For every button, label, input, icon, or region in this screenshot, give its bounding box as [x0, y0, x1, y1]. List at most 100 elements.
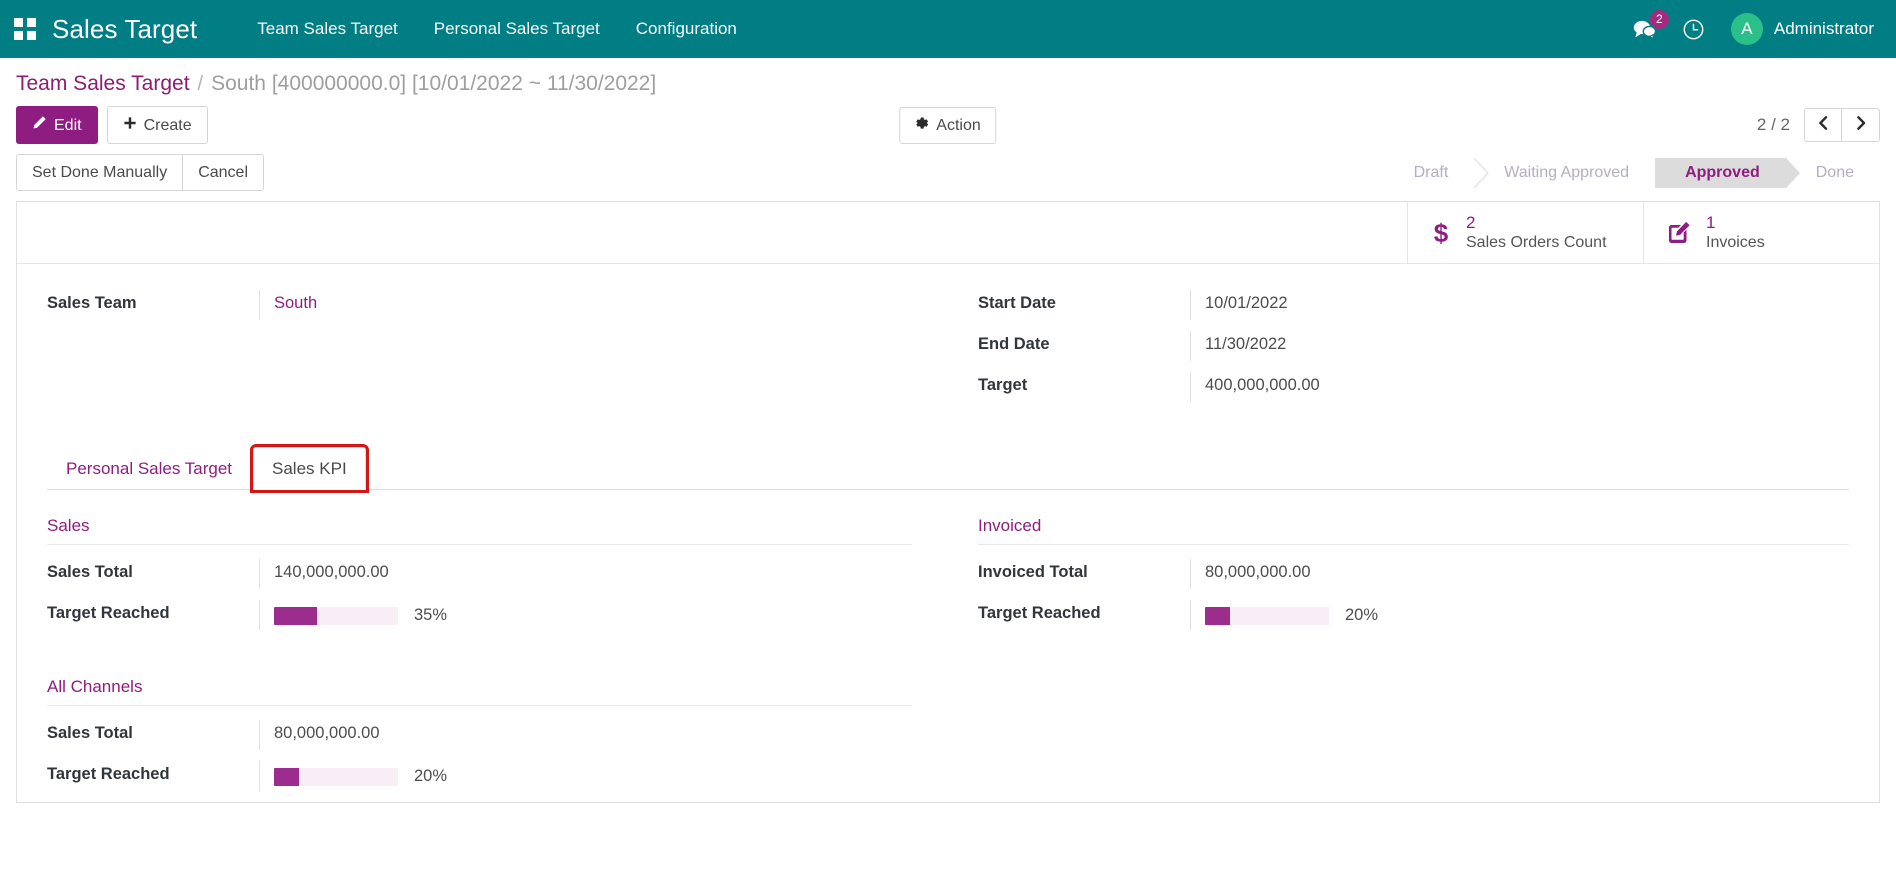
stat-button-texts: 2 Sales Orders Count: [1466, 213, 1607, 253]
chevron-left-icon: [1816, 115, 1830, 136]
kpi-group-all-channels: All Channels Sales Total 80,000,000.00 T…: [47, 677, 912, 802]
stat-value: 2: [1466, 212, 1476, 232]
plus-icon: [123, 116, 137, 135]
edit-button[interactable]: Edit: [16, 106, 98, 145]
tab-sales-kpi[interactable]: Sales KPI: [250, 444, 369, 494]
action-button-label: Action: [936, 116, 981, 134]
stat-label: Sales Orders Count: [1466, 234, 1607, 252]
kpi-right-column: Invoiced Invoiced Total 80,000,000.00 Ta…: [948, 516, 1849, 802]
stat-button-texts: 1 Invoices: [1706, 213, 1765, 253]
pencil-icon: [32, 115, 47, 135]
status-stage-label: Draft: [1413, 163, 1449, 181]
user-menu[interactable]: A Administrator: [1730, 13, 1874, 45]
field-value-sales-target-reached: 35%: [259, 600, 912, 631]
field-target: Target 400,000,000.00: [978, 372, 1849, 413]
stage-arrow-icon: [1655, 157, 1670, 188]
form-sheet: $ 2 Sales Orders Count 1 Invoices Sales …: [16, 201, 1880, 804]
main-menu: Team Sales Target Personal Sales Target …: [239, 11, 755, 47]
progress-track: [274, 606, 398, 625]
status-stage-approved[interactable]: Approved: [1655, 157, 1800, 188]
notebook-tabs: Personal Sales Target Sales KPI: [47, 444, 1849, 494]
cancel-button[interactable]: Cancel: [182, 154, 264, 192]
avatar: A: [1730, 13, 1763, 45]
progress-fill: [274, 606, 318, 625]
stat-label: Invoices: [1706, 234, 1765, 252]
field-value-invoiced-target-reached: 20%: [1190, 600, 1849, 631]
stage-arrow-icon: [1474, 157, 1490, 188]
field-label: Target Reached: [978, 604, 1101, 623]
kpi-left-column: Sales Sales Total 140,000,000.00 Target …: [47, 516, 948, 802]
field-label: Target Reached: [47, 604, 170, 623]
stat-button-box: $ 2 Sales Orders Count 1 Invoices: [17, 202, 1879, 265]
svg-text:$: $: [1434, 218, 1449, 248]
breadcrumb-current-record: South [400000000.0] [10/01/2022 ~ 11/30/…: [211, 72, 657, 95]
kpi-group-sales: Sales Sales Total 140,000,000.00 Target …: [47, 516, 912, 641]
control-panel: Edit Create Action 2 / 2: [0, 106, 1896, 154]
set-done-manually-button[interactable]: Set Done Manually: [16, 154, 184, 192]
workflow-statusbar: Draft Waiting Approved Approved Done: [1392, 157, 1880, 188]
field-label: Start Date: [978, 294, 1056, 313]
stat-button-invoices[interactable]: 1 Invoices: [1643, 202, 1879, 264]
record-action-buttons: Edit Create: [16, 106, 208, 145]
status-stage-draft[interactable]: Draft: [1392, 157, 1490, 188]
field-invoiced-target-reached: Target Reached 20%: [978, 600, 1849, 641]
menu-item-team-sales-target[interactable]: Team Sales Target: [239, 11, 415, 47]
field-sales-total: Sales Total 140,000,000.00: [47, 559, 912, 600]
tab-personal-sales-target[interactable]: Personal Sales Target: [47, 447, 251, 490]
field-label: Target: [978, 376, 1028, 395]
progress-bar-sales: 35%: [274, 604, 912, 625]
status-stage-waiting-approved[interactable]: Waiting Approved: [1474, 157, 1670, 188]
kpi-group-title-sales: Sales: [47, 516, 912, 546]
field-value-sales-total: 140,000,000.00: [259, 559, 912, 590]
progress-percent-label: 20%: [1345, 606, 1379, 625]
progress-fill: [1205, 606, 1230, 625]
form-right-column: Start Date 10/01/2022 End Date 11/30/202…: [948, 290, 1849, 413]
apps-grid-icon[interactable]: [14, 18, 36, 40]
field-sales-team: Sales Team South: [47, 290, 912, 331]
field-value-target[interactable]: 400,000,000.00: [1190, 372, 1849, 403]
workflow-buttons: Set Done Manually Cancel: [16, 154, 264, 192]
field-value-end-date[interactable]: 11/30/2022: [1190, 331, 1849, 362]
breadcrumb-separator: /: [197, 73, 204, 95]
progress-percent-label: 35%: [414, 606, 448, 625]
stage-arrow-icon: [1785, 157, 1801, 188]
breadcrumb-root-link[interactable]: Team Sales Target: [16, 72, 190, 96]
pencil-square-icon: [1666, 220, 1692, 246]
pager-next-button[interactable]: [1842, 108, 1880, 143]
form-sheet-wrapper: $ 2 Sales Orders Count 1 Invoices Sales …: [0, 201, 1896, 804]
edit-button-label: Edit: [54, 116, 82, 134]
form-body: Sales Team South Start Date 10/01/2022 E…: [17, 264, 1879, 413]
menu-item-personal-sales-target[interactable]: Personal Sales Target: [416, 11, 618, 47]
action-button[interactable]: Action: [899, 106, 997, 144]
field-sales-target-reached: Target Reached 35%: [47, 600, 912, 641]
pager-previous-button[interactable]: [1804, 108, 1842, 143]
notebook-page-sales-kpi: Sales Sales Total 140,000,000.00 Target …: [17, 490, 1879, 802]
field-value-start-date[interactable]: 10/01/2022: [1190, 290, 1849, 321]
app-brand-title[interactable]: Sales Target: [52, 14, 197, 45]
field-all-channels-sales-total: Sales Total 80,000,000.00: [47, 720, 912, 761]
field-start-date: Start Date 10/01/2022: [978, 290, 1849, 331]
chat-bubble-icon[interactable]: 2: [1632, 9, 1669, 40]
progress-fill: [274, 767, 299, 786]
field-value-all-channels-target-reached: 20%: [259, 761, 912, 792]
notebook: Personal Sales Target Sales KPI: [17, 444, 1879, 494]
field-label: Invoiced Total: [978, 563, 1088, 582]
form-columns: Sales Team South Start Date 10/01/2022 E…: [47, 290, 1849, 413]
stat-button-sales-orders-count[interactable]: $ 2 Sales Orders Count: [1407, 202, 1643, 264]
progress-track: [274, 767, 398, 786]
chevron-right-icon: [1854, 115, 1868, 136]
field-value-sales-team[interactable]: South: [259, 290, 912, 321]
field-label: Sales Total: [47, 724, 133, 743]
stat-value: 1: [1706, 212, 1716, 232]
progress-track: [1205, 606, 1329, 625]
clock-icon[interactable]: [1682, 18, 1705, 41]
status-stage-label: Waiting Approved: [1504, 163, 1630, 181]
menu-item-configuration[interactable]: Configuration: [618, 11, 755, 47]
create-button[interactable]: Create: [106, 106, 208, 145]
action-menu-wrapper: Action: [899, 106, 997, 144]
navbar-right-tools: 2 A Administrator: [1632, 9, 1874, 45]
left-column-spacer: [47, 331, 912, 389]
progress-percent-label: 20%: [414, 767, 448, 786]
field-end-date: End Date 11/30/2022: [978, 331, 1849, 372]
gear-icon: [915, 116, 929, 135]
